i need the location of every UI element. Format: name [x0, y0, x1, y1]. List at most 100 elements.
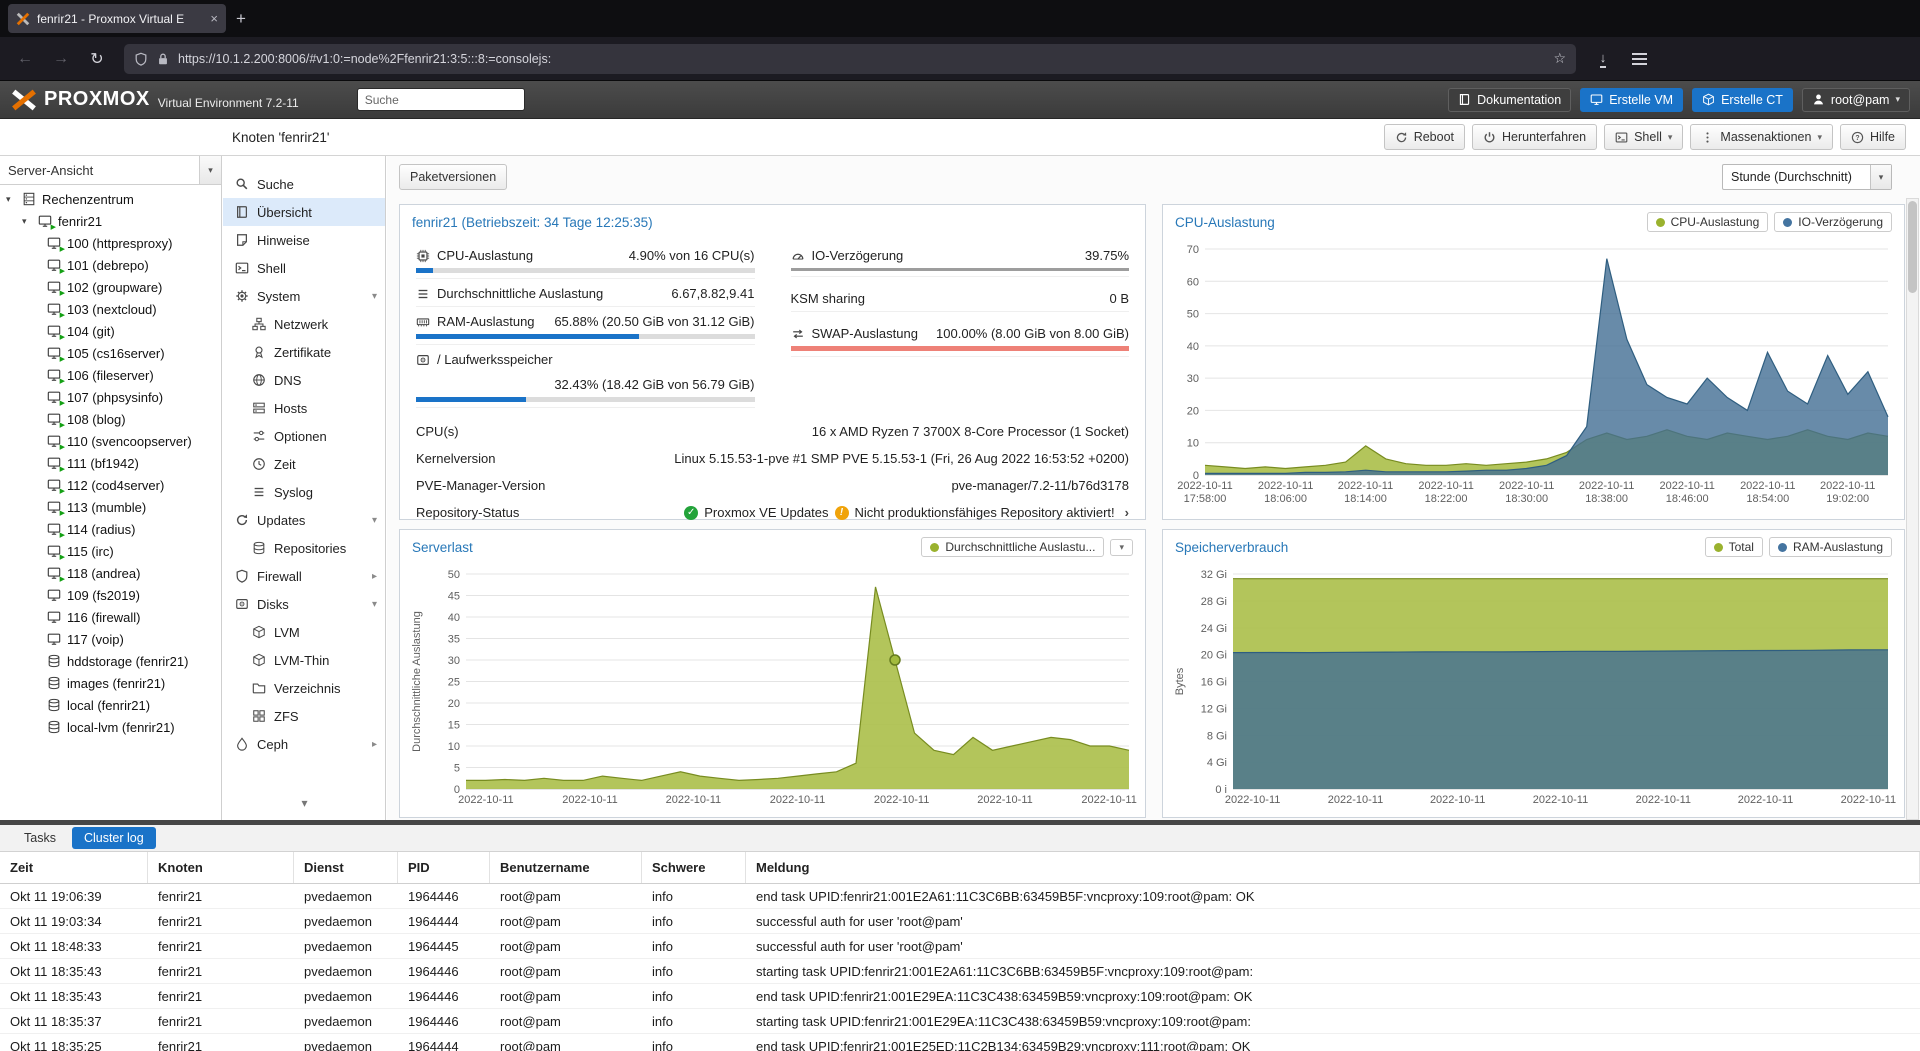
node-menu-item[interactable]: Zeit: [223, 450, 385, 478]
log-row[interactable]: Okt 11 19:06:39 fenrir21 pvedaemon 19644…: [0, 884, 1920, 909]
log-tab[interactable]: Tasks: [12, 827, 68, 849]
expander-icon[interactable]: ▾: [6, 194, 16, 205]
timeframe-select[interactable]: Stunde (Durchschnitt) ▾: [1722, 164, 1892, 190]
bookmark-star-icon[interactable]: ☆: [1553, 50, 1566, 67]
tree-item[interactable]: 100 (httpresproxy): [0, 232, 221, 254]
node-menu-item[interactable]: Shell: [223, 254, 385, 282]
chevron-icon[interactable]: [372, 515, 377, 526]
log-tab[interactable]: Cluster log: [72, 827, 156, 849]
legend-load[interactable]: Durchschnittliche Auslastu...: [921, 537, 1104, 557]
tree-item[interactable]: 107 (phpsysinfo): [0, 386, 221, 408]
column-header[interactable]: Dienst: [294, 852, 398, 883]
log-row[interactable]: Okt 11 18:35:43 fenrir21 pvedaemon 19644…: [0, 984, 1920, 1009]
tracking-shield-icon[interactable]: [134, 52, 148, 66]
tree-item[interactable]: 108 (blog): [0, 408, 221, 430]
chevron-icon[interactable]: [372, 739, 377, 750]
content-scrollbar[interactable]: [1906, 198, 1919, 820]
create-vm-button[interactable]: Erstelle VM: [1580, 88, 1683, 112]
tree-item-node[interactable]: ▾ fenrir21: [0, 210, 221, 232]
tree-item[interactable]: 104 (git): [0, 320, 221, 342]
node-menu-item[interactable]: Syslog: [223, 478, 385, 506]
tree-item[interactable]: 117 (voip): [0, 628, 221, 650]
node-menu-item[interactable]: Netzwerk: [223, 310, 385, 338]
forward-icon[interactable]: →: [46, 44, 76, 74]
tree-item[interactable]: local (fenrir21): [0, 694, 221, 716]
column-header[interactable]: Schwere: [642, 852, 746, 883]
legend-overflow-button[interactable]: ▾: [1110, 539, 1133, 556]
legend-io[interactable]: IO-Verzögerung: [1774, 212, 1892, 232]
browser-tab[interactable]: fenrir21 - Proxmox Virtual E ×: [8, 4, 226, 33]
tree-item[interactable]: 115 (irc): [0, 540, 221, 562]
node-menu-item[interactable]: DNS: [223, 366, 385, 394]
log-row[interactable]: Okt 11 18:35:25 fenrir21 pvedaemon 19644…: [0, 1034, 1920, 1051]
tree-item[interactable]: 111 (bf1942): [0, 452, 221, 474]
column-header[interactable]: Knoten: [148, 852, 294, 883]
package-versions-button[interactable]: Paketversionen: [399, 164, 507, 190]
chevron-down-icon[interactable]: ▾: [199, 156, 221, 184]
column-header[interactable]: Meldung: [746, 852, 1920, 883]
tree-item[interactable]: 103 (nextcloud): [0, 298, 221, 320]
node-menu-item[interactable]: ZFS: [223, 702, 385, 730]
downloads-icon[interactable]: ↓: [1588, 44, 1618, 74]
tree-item[interactable]: 118 (andrea): [0, 562, 221, 584]
log-row[interactable]: Okt 11 18:35:37 fenrir21 pvedaemon 19644…: [0, 1009, 1920, 1034]
tree-item[interactable]: 114 (radius): [0, 518, 221, 540]
node-menu-item[interactable]: Repositories: [223, 534, 385, 562]
node-menu-item[interactable]: System: [223, 282, 385, 310]
chevron-icon[interactable]: [372, 571, 377, 582]
node-menu-item[interactable]: LVM: [223, 618, 385, 646]
reload-icon[interactable]: ↻: [82, 44, 112, 74]
search-input[interactable]: [357, 88, 525, 111]
chevron-icon[interactable]: [372, 599, 377, 610]
menu-scroll-down-icon[interactable]: ▾: [223, 796, 386, 810]
legend-total[interactable]: Total: [1705, 537, 1763, 557]
log-row[interactable]: Okt 11 19:03:34 fenrir21 pvedaemon 19644…: [0, 909, 1920, 934]
user-menu-button[interactable]: root@pam▾: [1802, 88, 1910, 112]
tree-item[interactable]: images (fenrir21): [0, 672, 221, 694]
shutdown-button[interactable]: Herunterfahren: [1472, 124, 1597, 150]
node-menu-item[interactable]: Hinweise: [223, 226, 385, 254]
reboot-button[interactable]: Reboot: [1384, 124, 1465, 150]
create-ct-button[interactable]: Erstelle CT: [1692, 88, 1793, 112]
repo-details-arrow[interactable]: ›: [1125, 505, 1129, 520]
scrollbar-thumb[interactable]: [1908, 201, 1917, 293]
legend-cpu[interactable]: CPU-Auslastung: [1647, 212, 1769, 232]
node-menu-item[interactable]: Verzeichnis: [223, 674, 385, 702]
column-header[interactable]: PID: [398, 852, 490, 883]
node-menu-item[interactable]: Übersicht: [223, 198, 385, 226]
view-selector[interactable]: Server-Ansicht ▾: [0, 156, 221, 185]
log-row[interactable]: Okt 11 18:35:43 fenrir21 pvedaemon 19644…: [0, 959, 1920, 984]
tree-item[interactable]: 113 (mumble): [0, 496, 221, 518]
node-menu-item[interactable]: Disks: [223, 590, 385, 618]
chevron-icon[interactable]: [372, 291, 377, 302]
bulk-actions-button[interactable]: Massenaktionen▾: [1690, 124, 1833, 150]
tree-item[interactable]: 112 (cod4server): [0, 474, 221, 496]
tree-item[interactable]: 101 (debrepo): [0, 254, 221, 276]
shell-button[interactable]: Shell▾: [1604, 124, 1683, 150]
url-bar[interactable]: https://10.1.2.200:8006/#v1:0:=node%2Ffe…: [124, 44, 1576, 74]
chevron-down-icon[interactable]: ▾: [1870, 165, 1891, 189]
tree-item-datacenter[interactable]: ▾ Rechenzentrum: [0, 188, 221, 210]
tree-item[interactable]: 106 (fileserver): [0, 364, 221, 386]
tree-item[interactable]: 116 (firewall): [0, 606, 221, 628]
tree-item[interactable]: 109 (fs2019): [0, 584, 221, 606]
legend-ram[interactable]: RAM-Auslastung: [1769, 537, 1892, 557]
node-menu-item[interactable]: Updates: [223, 506, 385, 534]
node-menu-item[interactable]: Firewall: [223, 562, 385, 590]
node-menu-item[interactable]: Ceph: [223, 730, 385, 758]
tree-item[interactable]: 102 (groupware): [0, 276, 221, 298]
help-button[interactable]: Hilfe: [1840, 124, 1906, 150]
node-menu-item[interactable]: Zertifikate: [223, 338, 385, 366]
documentation-button[interactable]: Dokumentation: [1448, 88, 1571, 112]
node-menu-item[interactable]: Suche: [223, 170, 385, 198]
back-icon[interactable]: ←: [10, 44, 40, 74]
log-row[interactable]: Okt 11 18:48:33 fenrir21 pvedaemon 19644…: [0, 934, 1920, 959]
tree-item[interactable]: 110 (svencoopserver): [0, 430, 221, 452]
app-menu-icon[interactable]: [1624, 44, 1654, 74]
expander-icon[interactable]: ▾: [22, 216, 32, 227]
column-header[interactable]: Benutzername: [490, 852, 642, 883]
close-tab-icon[interactable]: ×: [210, 11, 218, 26]
column-header[interactable]: Zeit: [0, 852, 148, 883]
node-menu-item[interactable]: Hosts: [223, 394, 385, 422]
node-menu-item[interactable]: Optionen: [223, 422, 385, 450]
